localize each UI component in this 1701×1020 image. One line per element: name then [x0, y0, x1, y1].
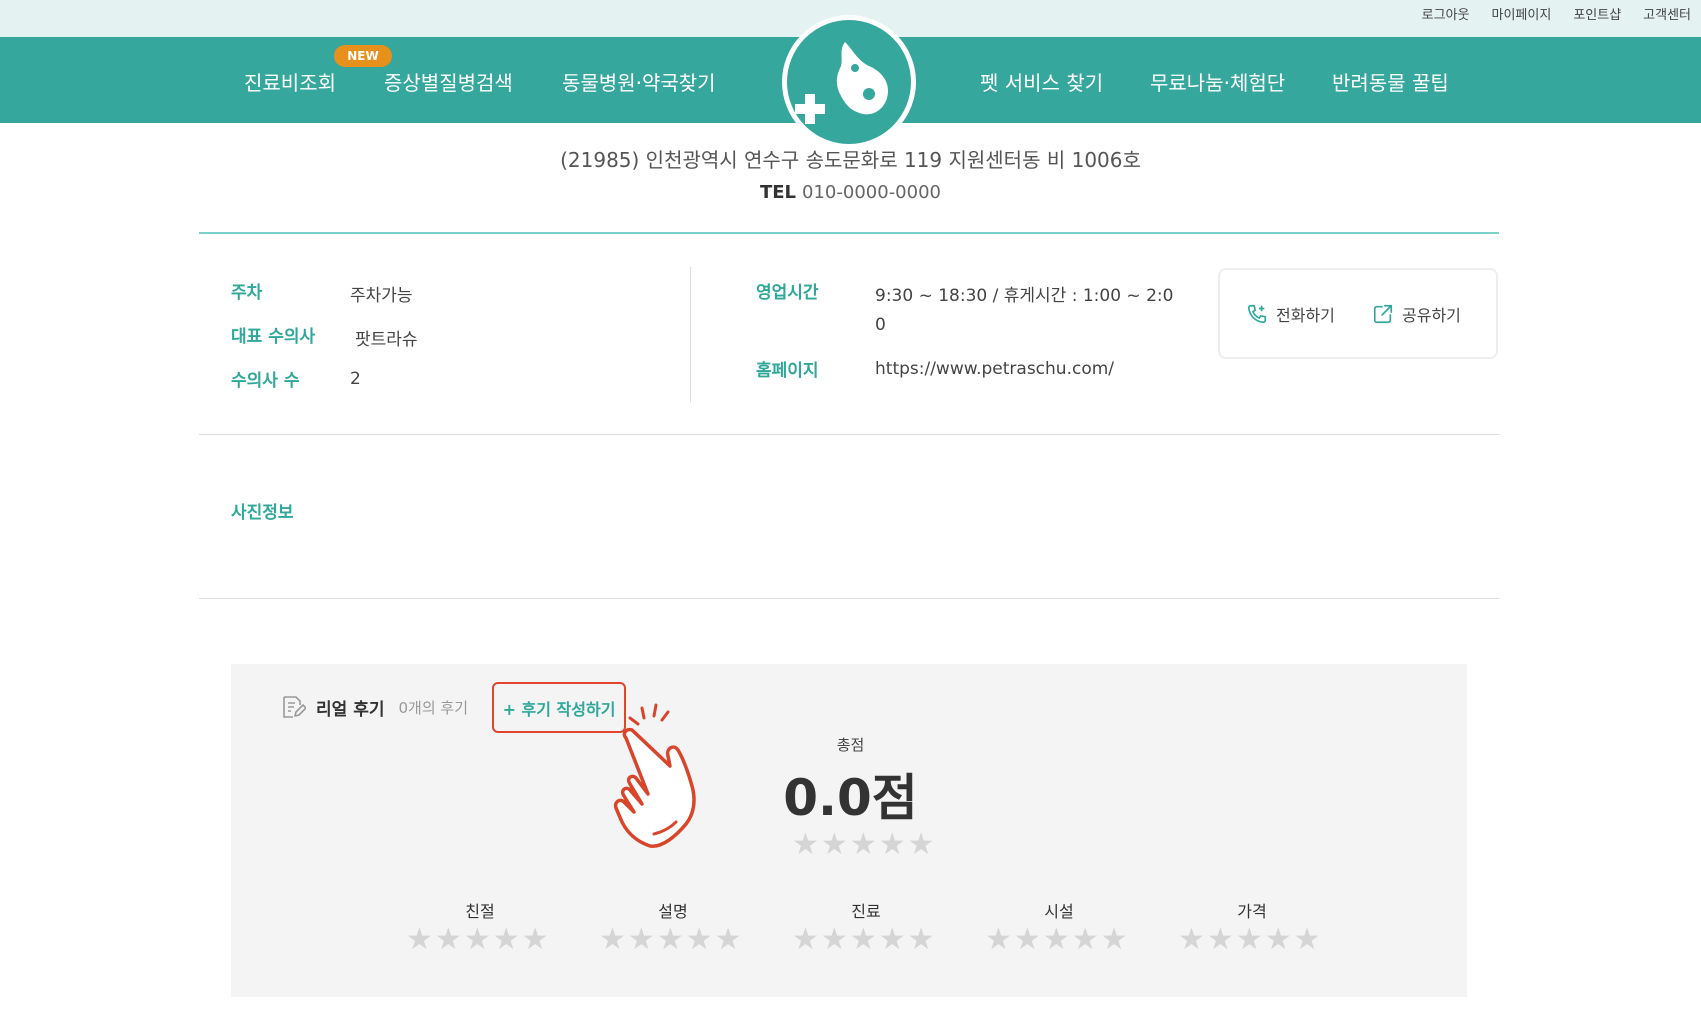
- star-icon: ★: [1293, 922, 1321, 957]
- star-icon: ★: [985, 922, 1012, 957]
- share-label: 공유하기: [1402, 306, 1461, 325]
- star-icon: ★: [1013, 922, 1041, 957]
- star-icon: ★: [1264, 922, 1292, 957]
- action-box: 전화하기 공유하기: [1218, 268, 1498, 359]
- category-stars-kindness: ★ ★ ★ ★ ★: [406, 925, 549, 955]
- logout-link[interactable]: 로그아웃: [1422, 4, 1470, 23]
- star-icon: ★: [463, 922, 491, 957]
- share-icon: [1373, 304, 1393, 324]
- star-icon: ★: [599, 922, 626, 957]
- star-icon: ★: [1100, 922, 1128, 957]
- utility-links: 로그아웃 마이페이지 포인트샵 고객센터: [1422, 4, 1691, 23]
- pointshop-link[interactable]: 포인트샵: [1573, 4, 1621, 23]
- star-icon: ★: [907, 922, 935, 957]
- homepage-label: 홈페이지: [756, 361, 819, 381]
- star-icon: ★: [1071, 922, 1099, 957]
- vet-label: 대표 수의사: [231, 327, 316, 347]
- star-icon: ★: [1178, 922, 1205, 957]
- share-button[interactable]: 공유하기: [1372, 302, 1461, 326]
- tel-number: 010-0000-0000: [802, 182, 941, 203]
- total-star-rating: ★ ★ ★ ★ ★: [792, 830, 935, 860]
- category-label-price: 가격: [1237, 902, 1267, 921]
- star-icon: ★: [492, 922, 520, 957]
- customer-center-link[interactable]: 고객센터: [1643, 4, 1691, 23]
- star-icon: ★: [1206, 922, 1234, 957]
- nav-item-pet-service[interactable]: 펫 서비스 찾기: [980, 67, 1103, 96]
- nav-item-fee-lookup[interactable]: 진료비조회: [244, 67, 336, 96]
- phone-icon: [1247, 304, 1267, 324]
- vet-value: 팟트라슈: [355, 330, 418, 350]
- star-icon: ★: [521, 922, 549, 957]
- star-icon: ★: [792, 827, 819, 862]
- parking-value: 주차가능: [350, 286, 413, 306]
- call-label: 전화하기: [1276, 306, 1335, 325]
- photo-section-title: 사진정보: [231, 503, 294, 523]
- hours-value: 9:30 ~ 18:30 / 휴게시간 : 1:00 ~ 2:0: [875, 286, 1174, 306]
- star-icon: ★: [820, 922, 848, 957]
- category-stars-facility: ★ ★ ★ ★ ★: [985, 925, 1128, 955]
- site-logo[interactable]: [782, 15, 916, 149]
- category-label-facility: 시설: [1044, 902, 1074, 921]
- pet-medical-logo-icon: [795, 42, 889, 124]
- review-title: 리얼 후기: [316, 699, 385, 720]
- nav-item-symptom-search[interactable]: 증상별질병검색: [384, 67, 513, 96]
- mypage-link[interactable]: 마이페이지: [1492, 4, 1552, 23]
- star-icon: ★: [907, 827, 935, 862]
- category-label-treatment: 진료: [851, 902, 881, 921]
- review-header: 리얼 후기 0개의 후기: [280, 694, 468, 720]
- homepage-link[interactable]: https://www.petraschu.com/: [875, 359, 1114, 379]
- write-review-button[interactable]: + 후기 작성하기: [492, 682, 626, 733]
- category-stars-explanation: ★ ★ ★ ★ ★: [599, 925, 742, 955]
- vet-count-value: 2: [350, 369, 361, 389]
- star-icon: ★: [820, 827, 848, 862]
- review-edit-icon: [283, 696, 306, 718]
- review-count: 0개의 후기: [398, 698, 468, 717]
- hospital-tel: TEL 010-0000-0000: [0, 182, 1701, 203]
- parking-label: 주차: [231, 283, 263, 303]
- category-stars-price: ★ ★ ★ ★ ★: [1178, 925, 1321, 955]
- total-score-label: 총점: [836, 736, 865, 754]
- star-icon: ★: [627, 922, 655, 957]
- vet-count-label: 수의사 수: [231, 371, 300, 391]
- new-badge: NEW: [334, 45, 392, 67]
- star-icon: ★: [685, 922, 713, 957]
- hours-label: 영업시간: [756, 283, 819, 303]
- divider-info: [199, 434, 1499, 435]
- info-divider: [690, 267, 691, 402]
- star-icon: ★: [878, 827, 906, 862]
- call-button[interactable]: 전화하기: [1246, 302, 1335, 326]
- star-icon: ★: [792, 922, 819, 957]
- star-icon: ★: [1042, 922, 1070, 957]
- nav-item-pet-tips[interactable]: 반려동물 꿀팁: [1332, 67, 1449, 96]
- category-label-explanation: 설명: [658, 902, 688, 921]
- category-label-kindness: 친절: [465, 902, 495, 921]
- nav-item-hospital-finder[interactable]: 동물병원·약국찾기: [562, 67, 716, 96]
- star-icon: ★: [849, 922, 877, 957]
- star-icon: ★: [878, 922, 906, 957]
- hospital-address: (21985) 인천광역시 연수구 송도문화로 119 지원센터동 비 1006…: [560, 148, 1141, 172]
- star-icon: ★: [434, 922, 462, 957]
- star-icon: ★: [656, 922, 684, 957]
- total-score-value: 0.0점: [783, 769, 918, 827]
- hours-value-cont: 0: [875, 315, 886, 335]
- star-icon: ★: [849, 827, 877, 862]
- star-icon: ★: [406, 922, 433, 957]
- section-divider: [199, 232, 1499, 234]
- tel-label: TEL: [759, 182, 797, 203]
- star-icon: ★: [714, 922, 742, 957]
- nav-item-free-sharing[interactable]: 무료나눔·체험단: [1150, 67, 1285, 96]
- category-stars-treatment: ★ ★ ★ ★ ★: [792, 925, 935, 955]
- divider-photos: [199, 598, 1499, 599]
- star-icon: ★: [1235, 922, 1263, 957]
